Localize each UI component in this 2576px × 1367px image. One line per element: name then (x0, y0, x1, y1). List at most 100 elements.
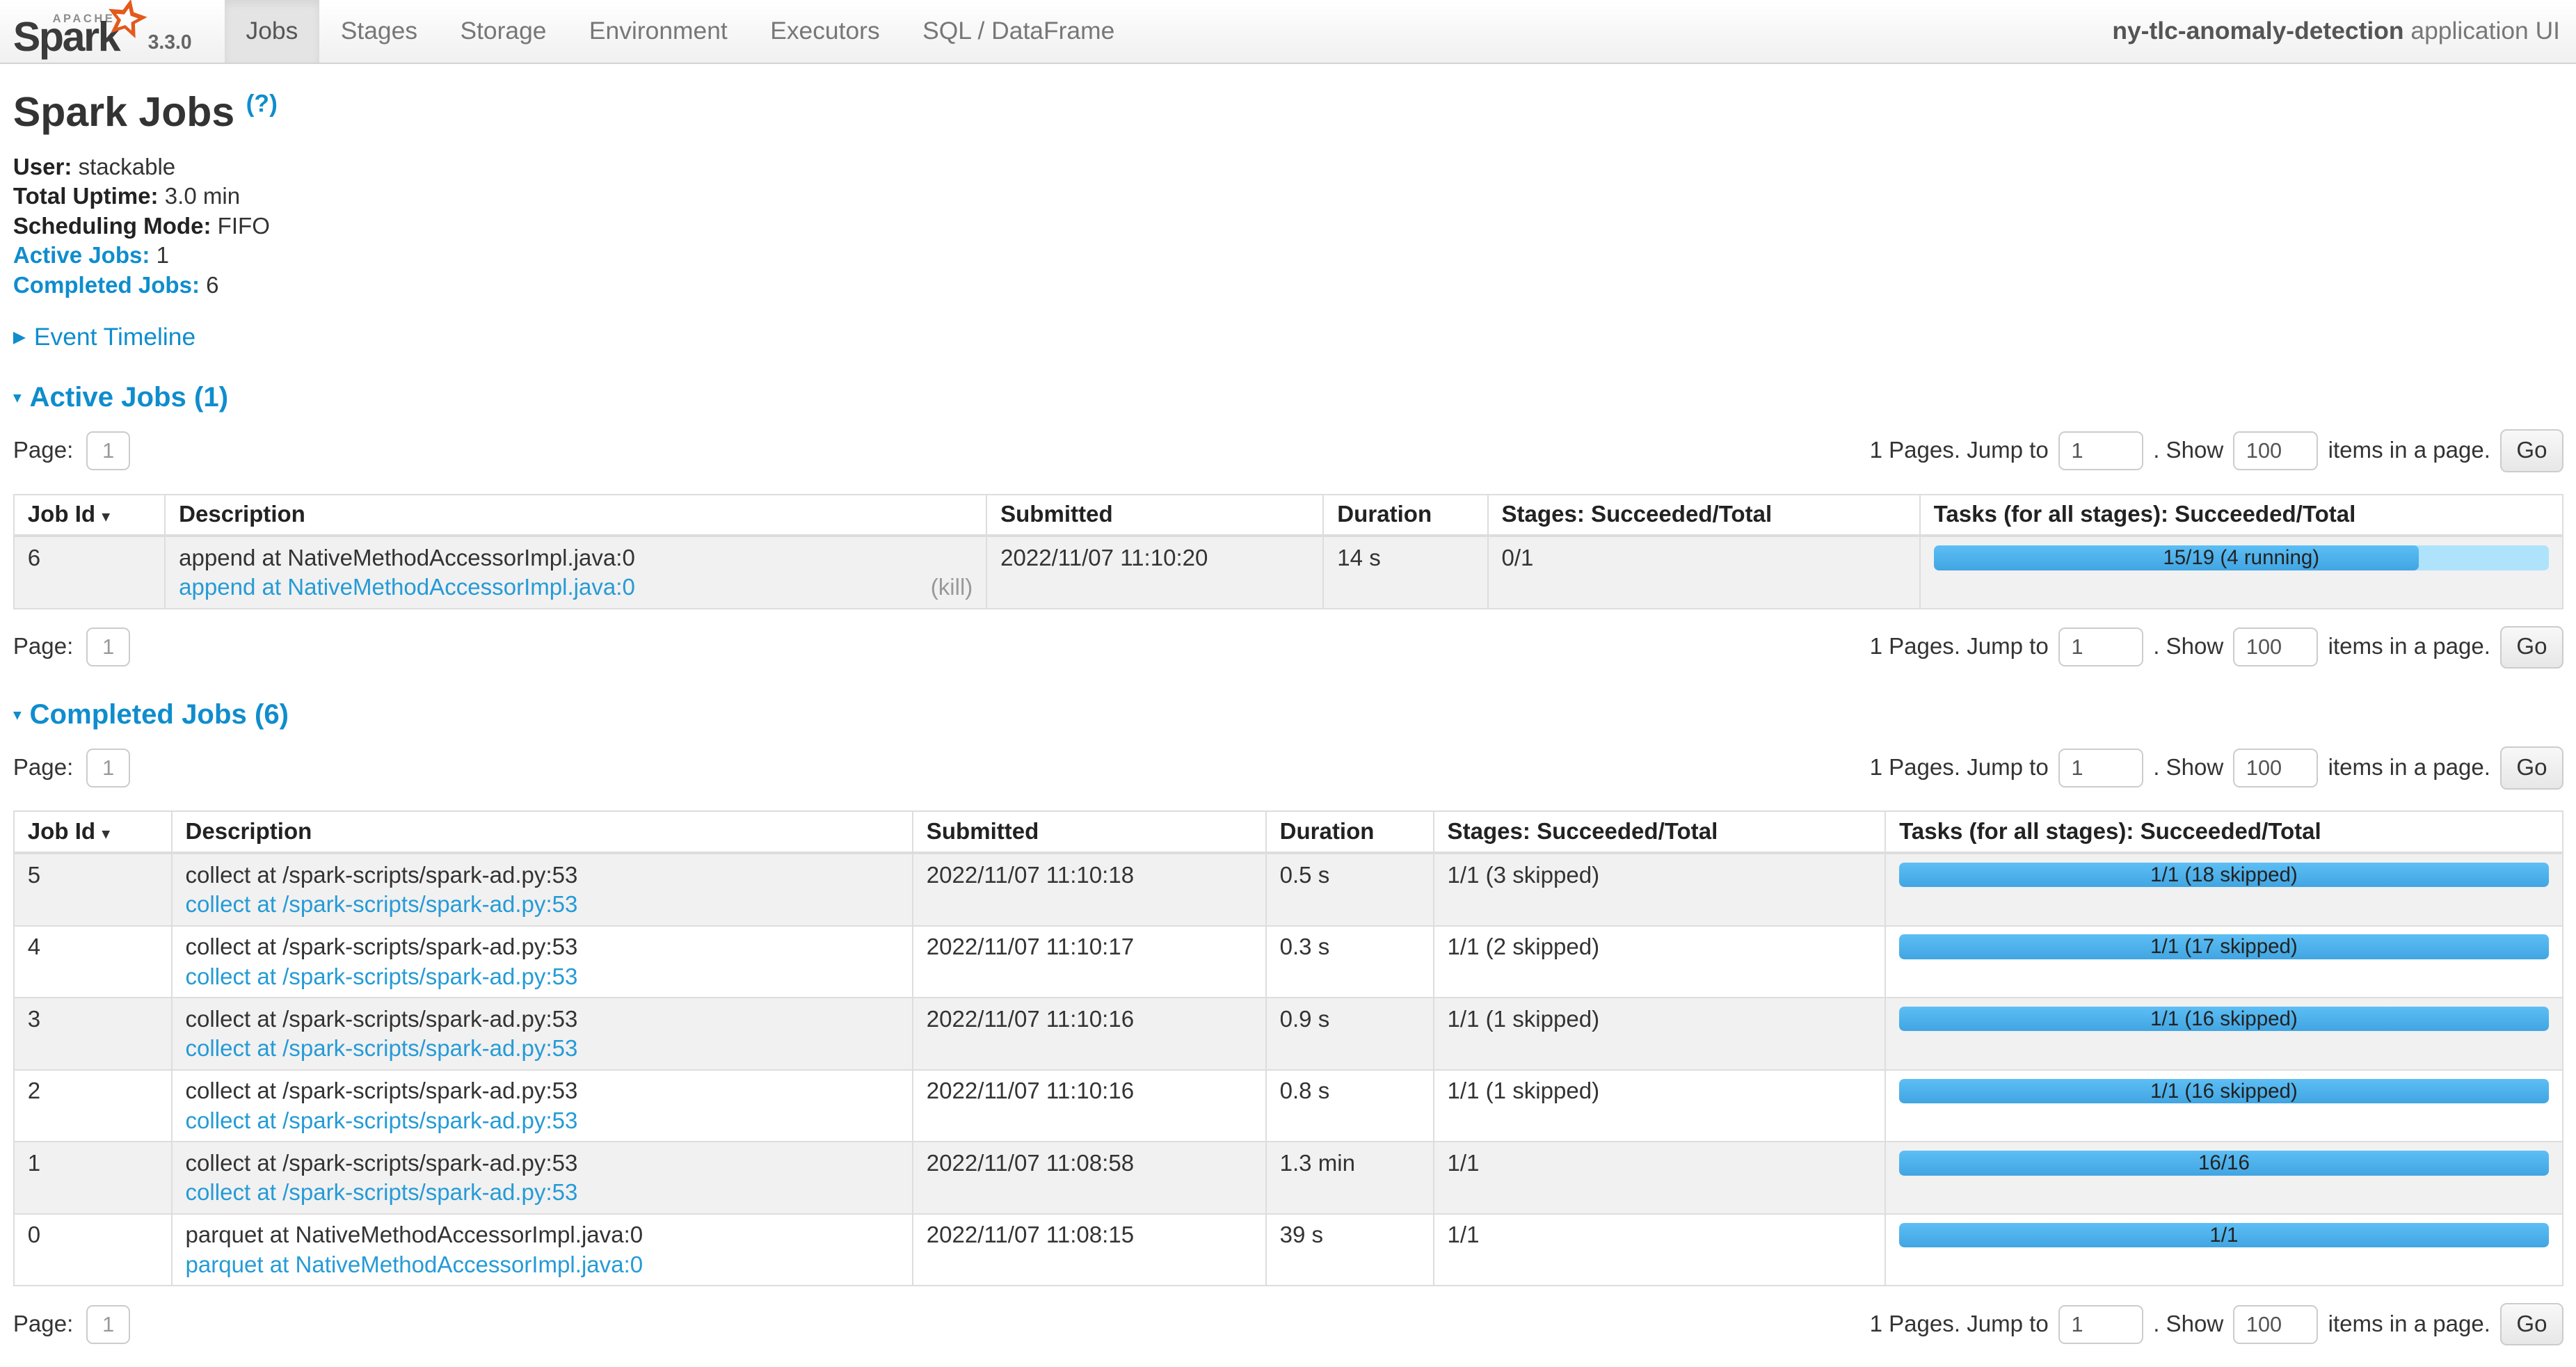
nav-tabs: JobsStagesStorageEnvironmentExecutorsSQL… (225, 0, 1136, 63)
page-size-input[interactable] (2233, 749, 2318, 788)
page-size-input[interactable] (2233, 1305, 2318, 1344)
show-text: . Show (2153, 634, 2223, 660)
col-header-tasks-for-all-stages-succeeded-total[interactable]: Tasks (for all stages): Succeeded/Total (1920, 495, 2563, 536)
job-id: 6 (14, 536, 165, 609)
job-description-link[interactable]: append at NativeMethodAccessorImpl.java:… (179, 573, 635, 603)
completed-jobs-header[interactable]: ▾ Completed Jobs (6) (13, 698, 2563, 730)
col-header-duration[interactable]: Duration (1266, 811, 1434, 853)
job-description-cell: collect at /spark-scripts/spark-ad.py:53… (172, 926, 913, 998)
page-label: Page: (13, 634, 73, 660)
jump-to-page-input[interactable] (2058, 431, 2143, 470)
page-size-input[interactable] (2233, 431, 2318, 470)
spark-version: 3.3.0 (148, 31, 192, 54)
job-tasks-cell: 1/1 (1885, 1214, 2563, 1286)
job-description-link[interactable]: collect at /spark-scripts/spark-ad.py:53 (186, 890, 578, 920)
page-number-input[interactable] (86, 1305, 130, 1344)
col-header-submitted[interactable]: Submitted (986, 495, 1323, 536)
job-submitted: 2022/11/07 11:10:17 (913, 926, 1266, 998)
job-description-link[interactable]: collect at /spark-scripts/spark-ad.py:53 (186, 963, 578, 993)
tab-environment[interactable]: Environment (568, 0, 749, 63)
tab-executors[interactable]: Executors (749, 0, 901, 63)
col-header-job-id[interactable]: Job Id ▾ (14, 811, 172, 853)
go-button[interactable]: Go (2500, 429, 2563, 472)
job-id: 4 (14, 926, 172, 998)
app-name-text: ny-tlc-anomaly-detection (2112, 17, 2403, 45)
completed-jobs-header-text: Completed Jobs (6) (30, 698, 289, 730)
job-description: collect at /spark-scripts/spark-ad.py:53 (186, 933, 899, 963)
tasks-progress-bar: 1/1 (18 skipped) (1899, 863, 2549, 887)
active-jobs-header[interactable]: ▾Active Jobs (1) (13, 381, 2563, 413)
job-tasks-cell: 1/1 (16 skipped) (1885, 998, 2563, 1070)
go-button[interactable]: Go (2500, 746, 2563, 789)
job-id: 5 (14, 853, 172, 926)
page-jump-controls: 1 Pages. Jump to. Showitems in a page.Go (1870, 626, 2563, 669)
job-stages: 1/1 (1434, 1142, 1886, 1214)
summary-item-user: User: stackable (13, 156, 2563, 179)
job-description-cell: collect at /spark-scripts/spark-ad.py:53… (172, 853, 913, 926)
page-title-text: Spark Jobs (13, 89, 234, 135)
summary-label[interactable]: Active Jobs: (13, 243, 150, 269)
page-selector: Page: (13, 749, 130, 788)
job-submitted: 2022/11/07 11:10:16 (913, 1070, 1266, 1142)
job-description-cell: parquet at NativeMethodAccessorImpl.java… (172, 1214, 913, 1286)
col-header-duration[interactable]: Duration (1323, 495, 1487, 536)
job-stages: 0/1 (1488, 536, 1920, 609)
go-button[interactable]: Go (2500, 626, 2563, 669)
job-tasks-cell: 15/19 (4 running) (1920, 536, 2563, 609)
tasks-progress-bar: 1/1 (17 skipped) (1899, 934, 2549, 959)
summary-label[interactable]: Completed Jobs: (13, 273, 200, 298)
expanded-arrow-icon: ▾ (13, 706, 22, 724)
tasks-progress-bar: 1/1 (16 skipped) (1899, 1007, 2549, 1031)
page-size-input[interactable] (2233, 627, 2318, 666)
tasks-progress-bar: 16/16 (1899, 1151, 2549, 1175)
tab-storage[interactable]: Storage (439, 0, 568, 63)
progress-label: 1/1 (1899, 1223, 2549, 1247)
job-description-cell: collect at /spark-scripts/spark-ad.py:53… (172, 1070, 913, 1142)
app-name: ny-tlc-anomaly-detection application UI (2112, 0, 2576, 63)
tab-sql-dataframe[interactable]: SQL / DataFrame (901, 0, 1136, 63)
page-selector: Page: (13, 1305, 130, 1344)
jump-to-page-input[interactable] (2058, 1305, 2143, 1344)
page-content: Spark Jobs (?) User: stackableTotal Upti… (0, 88, 2576, 1345)
jump-to-page-input[interactable] (2058, 749, 2143, 788)
spark-logo-link[interactable]: APACHE Spark 3.3.0 (0, 0, 205, 63)
tab-stages[interactable]: Stages (319, 0, 439, 63)
job-duration: 0.9 s (1266, 998, 1434, 1070)
col-header-description[interactable]: Description (172, 811, 913, 853)
kill-link[interactable]: (kill) (931, 573, 973, 603)
job-row-6: 6 append at NativeMethodAccessorImpl.java… (14, 536, 2563, 609)
page-label: Page: (13, 755, 73, 781)
show-text: . Show (2153, 1311, 2223, 1338)
jump-to-page-input[interactable] (2058, 627, 2143, 666)
pages-count-text: 1 Pages. Jump to (1870, 755, 2049, 781)
job-id: 1 (14, 1142, 172, 1214)
job-submitted: 2022/11/07 11:10:20 (986, 536, 1323, 609)
tab-jobs[interactable]: Jobs (225, 0, 319, 63)
col-header-description[interactable]: Description (165, 495, 986, 536)
summary-list: User: stackableTotal Uptime: 3.0 minSche… (13, 156, 2563, 297)
page-number-input[interactable] (86, 749, 130, 788)
summary-value: FIFO (218, 214, 270, 239)
job-description-link[interactable]: parquet at NativeMethodAccessorImpl.java… (186, 1251, 643, 1281)
active-jobs-table: Job Id ▾DescriptionSubmittedDurationStag… (13, 494, 2563, 609)
page-number-input[interactable] (86, 431, 130, 470)
col-header-tasks-for-all-stages-succeeded-total[interactable]: Tasks (for all stages): Succeeded/Total (1885, 811, 2563, 853)
page-number-input[interactable] (86, 627, 130, 666)
event-timeline-toggle[interactable]: ▶Event Timeline (13, 323, 2563, 351)
go-button[interactable]: Go (2500, 1303, 2563, 1345)
help-link[interactable]: (?) (246, 90, 278, 118)
job-duration: 0.3 s (1266, 926, 1434, 998)
job-description-link[interactable]: collect at /spark-scripts/spark-ad.py:53 (186, 1107, 578, 1137)
summary-value: 1 (157, 243, 169, 269)
job-id: 3 (14, 998, 172, 1070)
progress-label: 1/1 (16 skipped) (1899, 1007, 2549, 1031)
col-header-submitted[interactable]: Submitted (913, 811, 1266, 853)
col-header-stages-succeeded-total[interactable]: Stages: Succeeded/Total (1434, 811, 1886, 853)
col-header-job-id[interactable]: Job Id ▾ (14, 495, 165, 536)
col-header-stages-succeeded-total[interactable]: Stages: Succeeded/Total (1488, 495, 1920, 536)
pagination-completed-top: Page:1 Pages. Jump to. Showitems in a pa… (13, 746, 2563, 789)
progress-label: 1/1 (17 skipped) (1899, 934, 2549, 959)
job-tasks-cell: 1/1 (17 skipped) (1885, 926, 2563, 998)
job-description-link[interactable]: collect at /spark-scripts/spark-ad.py:53 (186, 1034, 578, 1064)
job-description-link[interactable]: collect at /spark-scripts/spark-ad.py:53 (186, 1178, 578, 1208)
